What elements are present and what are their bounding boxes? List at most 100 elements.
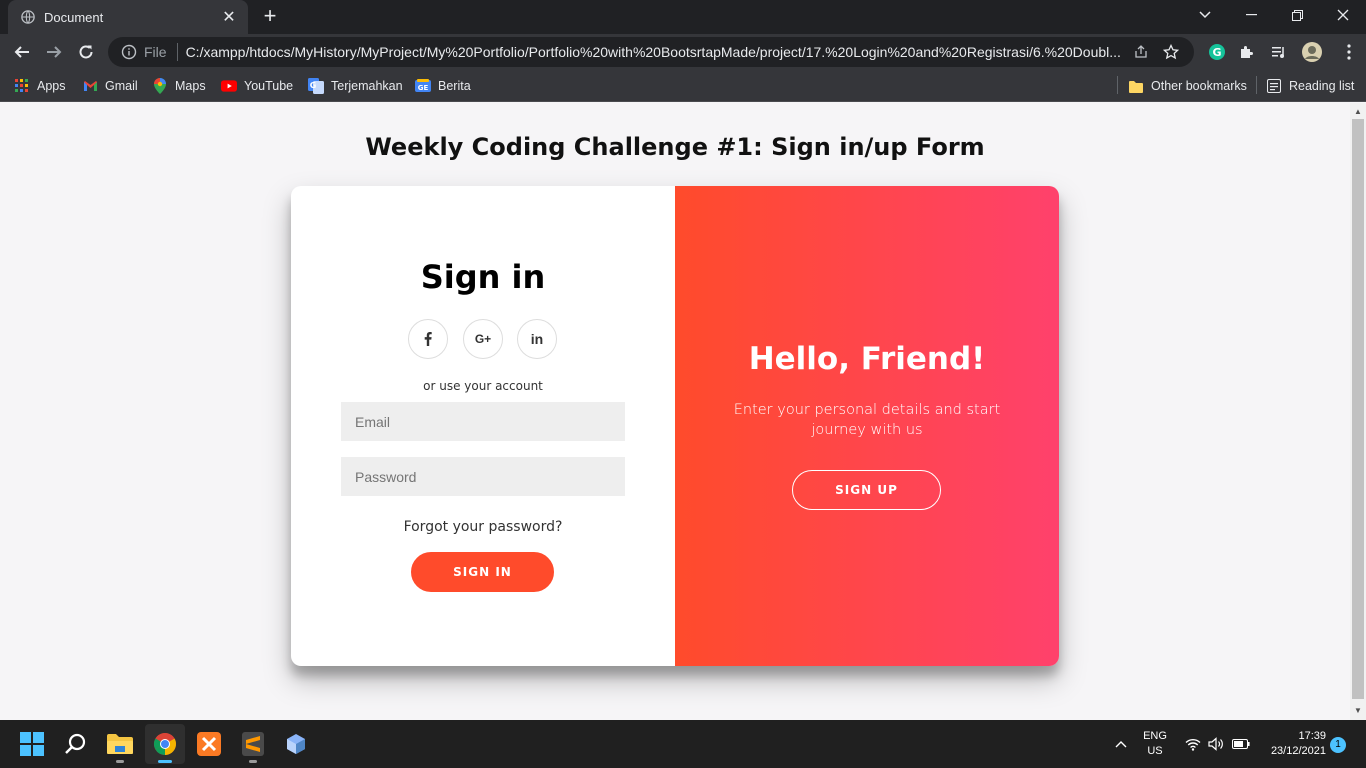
bookmark-maps[interactable]: Maps xyxy=(152,76,206,96)
youtube-icon xyxy=(221,78,237,94)
other-bookmarks[interactable]: Other bookmarks xyxy=(1128,76,1247,96)
notification-badge[interactable]: 1 xyxy=(1330,737,1346,753)
profile-avatar[interactable] xyxy=(1300,40,1324,64)
facebook-icon xyxy=(424,332,432,346)
bookmarks-bar: Apps Gmail Maps YouTube G Terjemahkan GE… xyxy=(0,70,1366,102)
tab-title: Document xyxy=(44,9,104,25)
reload-icon xyxy=(79,45,93,59)
news-icon: GE xyxy=(415,78,431,94)
page-scrollbar[interactable]: ▲ ▼ xyxy=(1350,103,1366,720)
close-window-button[interactable] xyxy=(1320,0,1366,30)
bookmark-translate[interactable]: G Terjemahkan xyxy=(308,76,403,96)
url-separator xyxy=(176,43,178,61)
sign-up-button[interactable]: SIGN UP xyxy=(792,470,941,510)
browser-tab[interactable]: Document ✕ xyxy=(8,0,248,34)
reading-list[interactable]: Reading list xyxy=(1266,76,1354,96)
svg-text:GE: GE xyxy=(418,84,429,92)
clock[interactable]: 17:39 23/12/2021 xyxy=(1256,729,1326,759)
close-tab-icon[interactable]: ✕ xyxy=(220,7,238,27)
scroll-down-arrow-icon[interactable]: ▼ xyxy=(1350,704,1366,718)
show-hidden-icons-chevron-icon[interactable] xyxy=(1110,720,1132,768)
chrome-icon xyxy=(154,733,176,755)
windows-logo-icon xyxy=(20,732,44,756)
region-code: US xyxy=(1147,745,1163,757)
gmail-icon xyxy=(82,78,98,94)
scroll-thumb[interactable] xyxy=(1352,119,1364,699)
folder-explorer-icon xyxy=(107,734,133,754)
overlay-title: Hello, Friend! xyxy=(748,341,986,377)
start-button[interactable] xyxy=(12,724,52,764)
info-icon[interactable] xyxy=(120,43,138,61)
address-bar[interactable]: File C:/xampp/htdocs/MyHistory/MyProject… xyxy=(108,37,1194,67)
use-account-text: or use your account xyxy=(423,379,543,393)
media-control-icon[interactable] xyxy=(1268,41,1290,63)
extensions-puzzle-icon[interactable] xyxy=(1236,41,1258,63)
xampp-icon xyxy=(197,732,221,756)
overlay-panel: Hello, Friend! Enter your personal detai… xyxy=(675,186,1059,666)
svg-text:G: G xyxy=(1212,46,1221,59)
google-plus-icon: G+ xyxy=(474,332,492,346)
bookmarks-divider xyxy=(1256,76,1257,94)
bookmark-label: YouTube xyxy=(244,79,294,93)
maps-icon xyxy=(152,78,168,94)
grammarly-icon[interactable]: G xyxy=(1206,41,1228,63)
chrome-button[interactable] xyxy=(145,724,185,764)
bookmark-label: Terjemahkan xyxy=(331,79,403,93)
menu-kebab-icon[interactable] xyxy=(1338,41,1360,63)
bookmark-star-icon[interactable] xyxy=(1160,41,1182,63)
active-indicator xyxy=(158,760,172,763)
restore-button[interactable] xyxy=(1274,0,1320,30)
xampp-button[interactable] xyxy=(189,724,229,764)
sign-in-button[interactable]: SIGN IN xyxy=(411,552,554,592)
bookmark-label: Gmail xyxy=(105,79,138,93)
other-bookmarks-label: Other bookmarks xyxy=(1151,79,1247,93)
wifi-icon[interactable] xyxy=(1182,720,1204,768)
cube-icon xyxy=(287,734,305,754)
bookmark-news[interactable]: GE Berita xyxy=(415,76,471,96)
svg-text:G: G xyxy=(310,81,317,90)
url-text[interactable]: C:/xampp/htdocs/MyHistory/MyProject/My%2… xyxy=(186,44,1122,60)
forgot-password-link[interactable]: Forgot your password? xyxy=(291,519,675,535)
os-taskbar: ENG US 17:39 23/12/2021 xyxy=(0,720,1366,768)
search-icon xyxy=(65,733,86,754)
sublime-text-icon xyxy=(242,732,264,756)
folder-icon xyxy=(1128,78,1144,94)
language-code: ENG xyxy=(1143,730,1167,742)
facebook-button[interactable] xyxy=(408,319,448,359)
forward-button[interactable] xyxy=(40,38,68,66)
new-tab-button[interactable]: + xyxy=(258,5,282,29)
overlay-text: Enter your personal details and start jo… xyxy=(733,402,1001,438)
sublime-text-button[interactable] xyxy=(233,724,273,764)
email-field[interactable] xyxy=(341,402,625,441)
tab-search-icon[interactable] xyxy=(1182,0,1228,30)
browser-toolbar: File C:/xampp/htdocs/MyHistory/MyProject… xyxy=(0,34,1366,70)
virtualbox-button[interactable] xyxy=(276,724,316,764)
clock-time: 17:39 xyxy=(1298,730,1326,742)
linkedin-icon: in xyxy=(530,331,544,347)
password-field[interactable] xyxy=(341,457,625,496)
scroll-up-arrow-icon[interactable]: ▲ xyxy=(1350,105,1366,119)
clock-date: 23/12/2021 xyxy=(1270,745,1326,757)
bookmark-youtube[interactable]: YouTube xyxy=(221,76,293,96)
volume-icon[interactable] xyxy=(1205,720,1227,768)
reading-list-icon xyxy=(1266,78,1282,94)
battery-icon[interactable] xyxy=(1229,720,1253,768)
browser-tabbar: Document ✕ + xyxy=(0,0,1366,34)
bookmark-gmail[interactable]: Gmail xyxy=(82,76,138,96)
reload-button[interactable] xyxy=(72,38,100,66)
file-explorer-button[interactable] xyxy=(100,724,140,764)
linkedin-button[interactable]: in xyxy=(517,319,557,359)
running-indicator xyxy=(249,760,257,763)
minimize-button[interactable] xyxy=(1228,0,1274,30)
sign-in-panel: Sign in G+ in or use your account Forgot… xyxy=(291,186,675,666)
language-indicator[interactable]: ENG US xyxy=(1136,729,1174,759)
back-button[interactable] xyxy=(8,38,36,66)
bookmark-label: Maps xyxy=(175,79,206,93)
search-button[interactable] xyxy=(56,724,96,764)
bookmark-label: Berita xyxy=(438,79,471,93)
google-plus-button[interactable]: G+ xyxy=(463,319,503,359)
bookmark-apps[interactable]: Apps xyxy=(14,76,66,96)
bookmarks-divider xyxy=(1117,76,1118,94)
back-arrow-icon xyxy=(14,46,29,58)
share-icon[interactable] xyxy=(1130,41,1152,63)
